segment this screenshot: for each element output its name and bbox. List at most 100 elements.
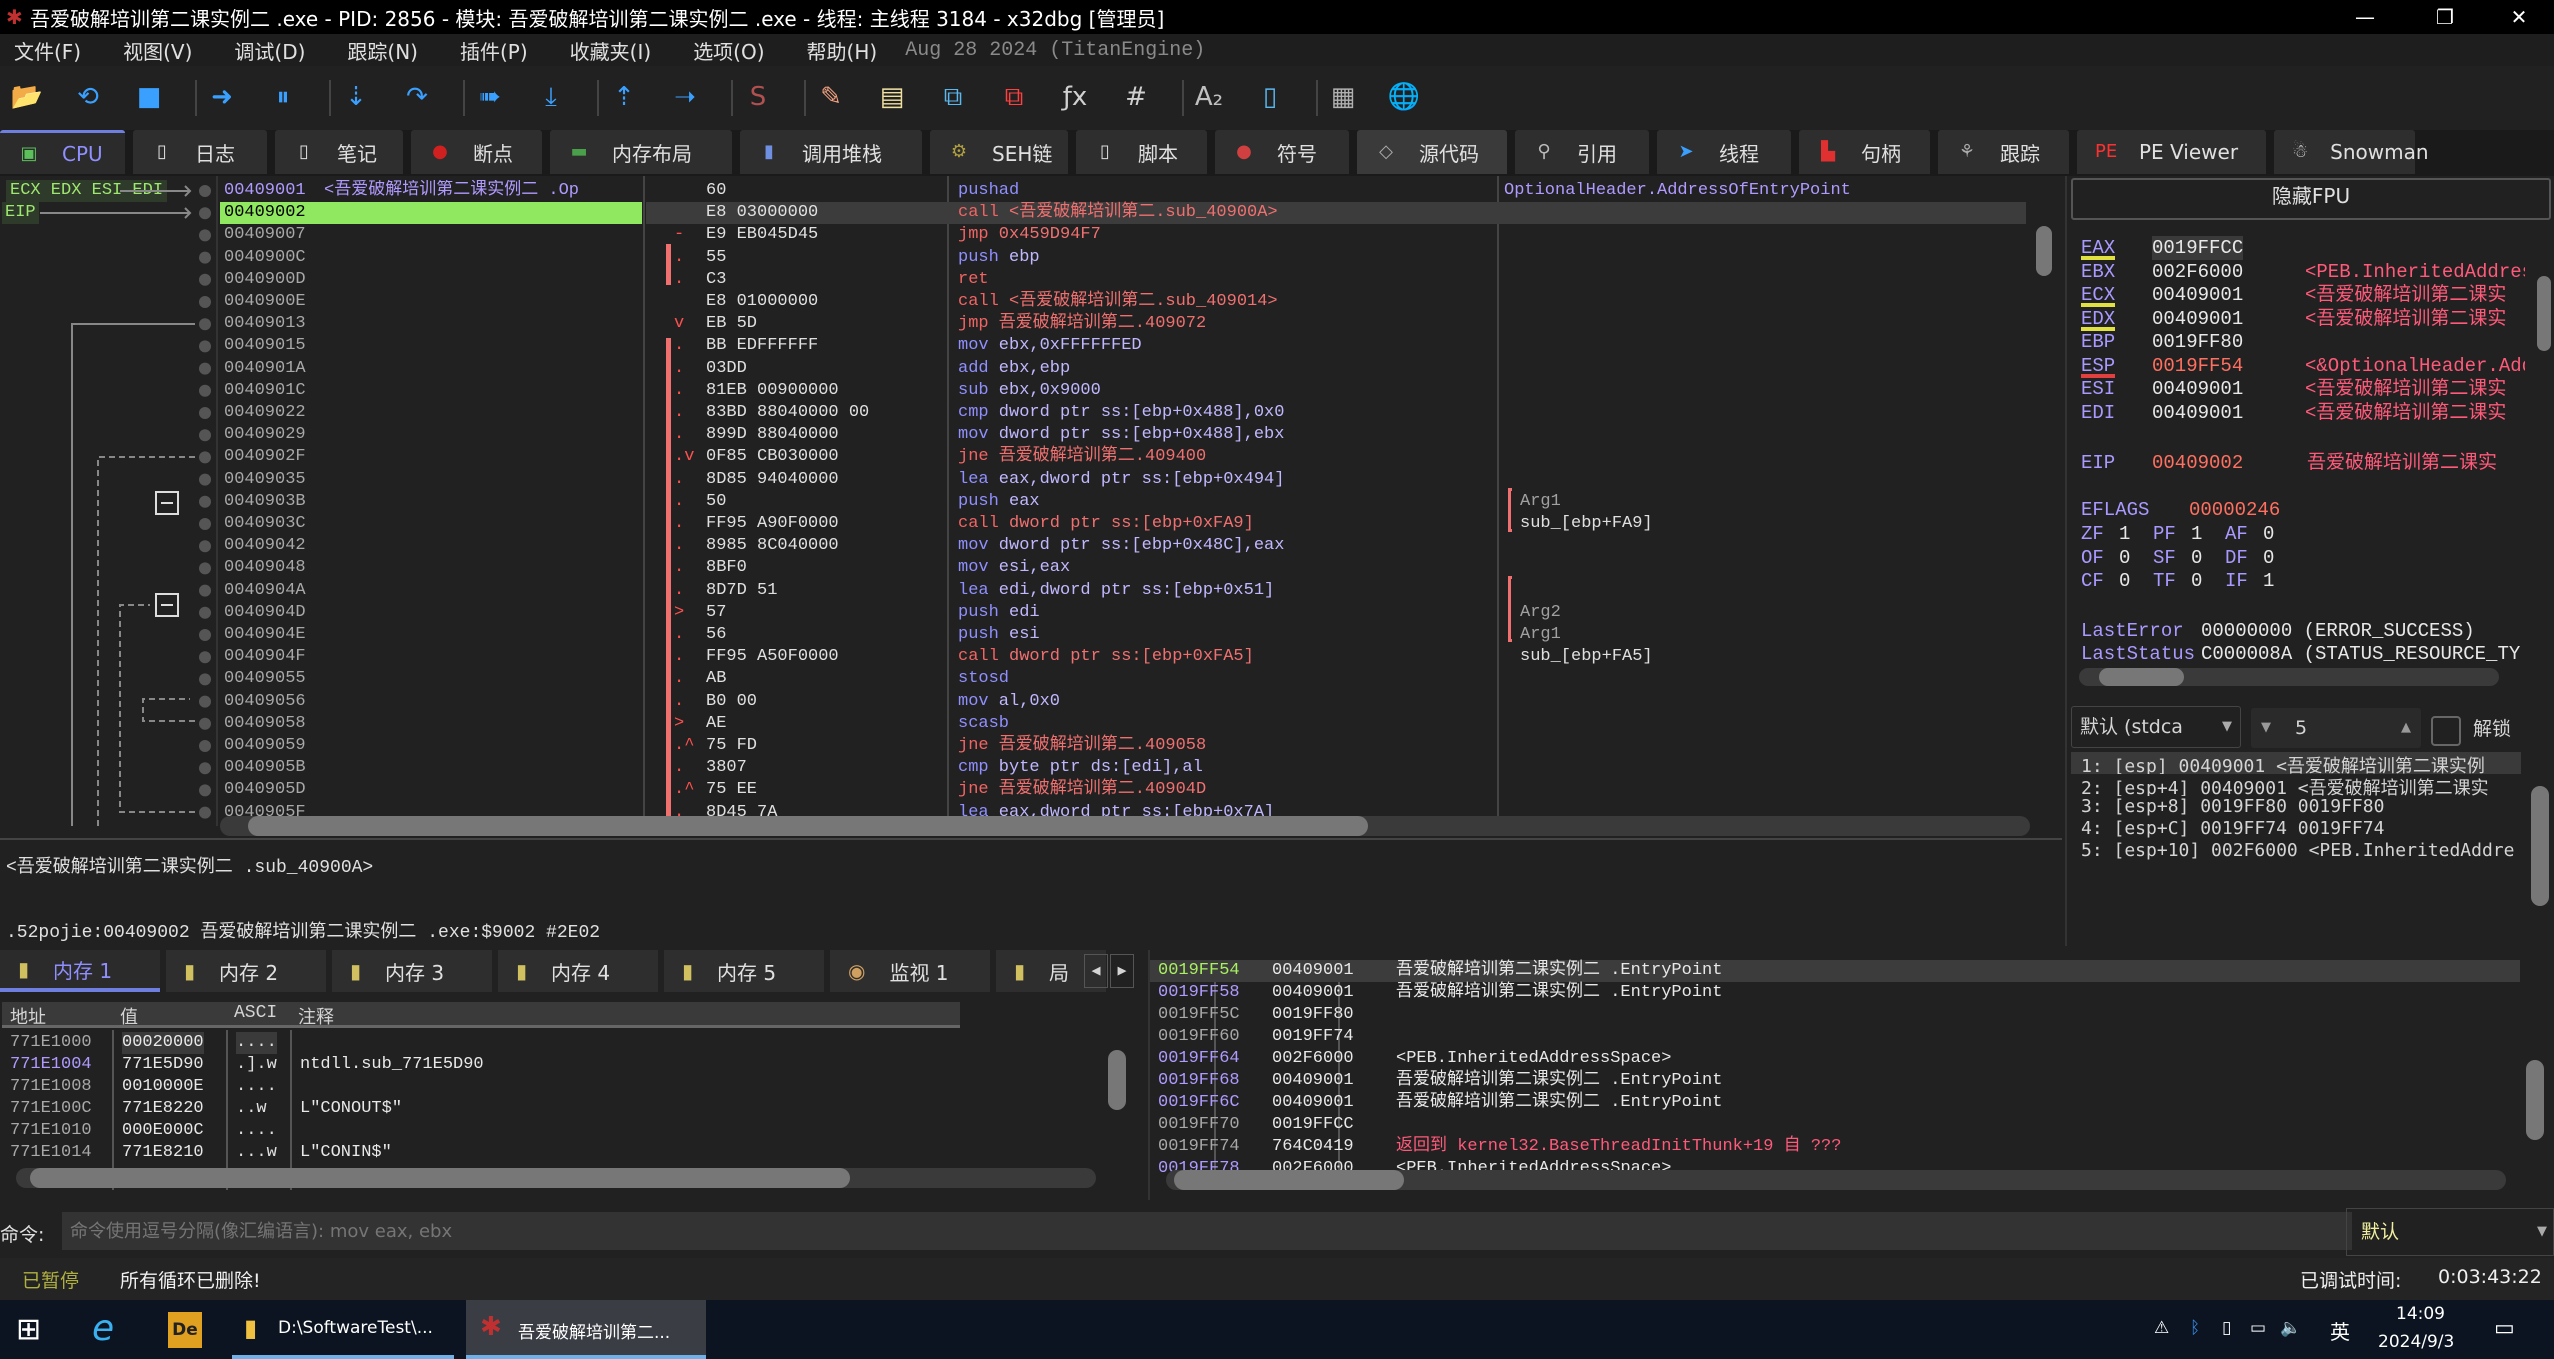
- command-input[interactable]: [62, 1212, 2352, 1250]
- flag-value-df[interactable]: 0: [2263, 546, 2274, 570]
- tabs-scroll-left-icon[interactable]: ◀: [1084, 954, 1108, 988]
- memory-row[interactable]: 771E100C 771E8220 ..w L"CONOUT$": [0, 1098, 1100, 1120]
- disasm-horizontal-scrollbar[interactable]: [220, 816, 2030, 836]
- register-name[interactable]: EAX: [2081, 236, 2116, 260]
- header-comment[interactable]: 注释: [298, 1003, 334, 1029]
- disasm-row[interactable]: 0040901C. 81EB 00900000 sub ebx,0x9000: [0, 380, 2030, 402]
- disasm-row[interactable]: 00409035. 8D85 94040000 lea eax,dword ptr s…: [0, 469, 2030, 491]
- unlock-checkbox[interactable]: [2431, 716, 2461, 746]
- register-name[interactable]: EBX: [2081, 260, 2115, 284]
- stack-horizontal-scrollbar[interactable]: [1166, 1170, 2506, 1190]
- tab-seh链[interactable]: ⚙ SEH链: [930, 130, 1068, 174]
- strings-icon[interactable]: A₂: [1192, 80, 1226, 114]
- register-value-laststatus[interactable]: C000008A (STATUS_RESOURCE_TY: [2201, 642, 2520, 666]
- args-vertical-scrollbar[interactable]: [2531, 756, 2549, 916]
- flag-value-if[interactable]: 1: [2263, 569, 2274, 593]
- command-mode-select[interactable]: 默认 ▼: [2346, 1208, 2554, 1256]
- usb-icon[interactable]: ▯: [2222, 1318, 2231, 1338]
- tab-断点[interactable]: ● 断点: [411, 130, 542, 174]
- flag-value-pf[interactable]: 1: [2191, 522, 2202, 546]
- disasm-row[interactable]: 0040903C. FF95 A90F0000 call dword ptr ss:[…: [0, 513, 2030, 535]
- disasm-row[interactable]: 0040900C. 55 push ebp: [0, 247, 2030, 269]
- notification-icon[interactable]: ▭: [2494, 1316, 2515, 1341]
- run-icon[interactable]: ➜: [205, 80, 239, 114]
- disasm-row[interactable]: 0040904D >57 push edi Arg2: [0, 602, 2030, 624]
- calling-convention-select[interactable]: 默认 (stdca ▼: [2071, 706, 2241, 748]
- disasm-row[interactable]: 00409002 E8 03000000 call <吾爱破解培训第二.sub_409…: [0, 202, 2030, 225]
- memory-row[interactable]: 771E1000 00020000....: [0, 1032, 1100, 1054]
- disasm-row[interactable]: 0040905B. 3807 cmp byte ptr ds:[edi],al: [0, 757, 2030, 779]
- menu-item[interactable]: 视图(V): [123, 36, 192, 65]
- register-value-esp[interactable]: 0019FF54: [2152, 354, 2243, 378]
- menu-item[interactable]: 插件(P): [460, 36, 528, 65]
- disasm-row[interactable]: 0040902F .v 0F85 CB030000 jne 吾爱破解培训第二.40940…: [0, 446, 2030, 468]
- register-name[interactable]: ECX: [2081, 283, 2116, 307]
- stack-vertical-scrollbar[interactable]: [2526, 960, 2544, 1170]
- close-button[interactable]: ✕: [2484, 0, 2554, 34]
- register-value-edi[interactable]: 00409001: [2152, 401, 2243, 425]
- register-value-ebp[interactable]: 0019FF80: [2152, 330, 2243, 354]
- calculator-icon[interactable]: ▦: [1326, 80, 1360, 114]
- disasm-row[interactable]: 0040905D .^ 75 EE jne 吾爱破解培训第二.40904D: [0, 779, 2030, 801]
- network-warning-icon[interactable]: ⚠: [2154, 1318, 2169, 1338]
- tab-内存布局[interactable]: ▬ 内存布局: [550, 130, 732, 174]
- stack-row[interactable]: 0019FF74 764C0419 返回到 kernel32.BaseThreadI…: [1150, 1136, 2520, 1158]
- tab-cpu[interactable]: ▣ CPU: [0, 130, 125, 174]
- disasm-row[interactable]: 00409058 > AE scasb: [0, 713, 2030, 735]
- memory-horizontal-scrollbar[interactable]: [16, 1168, 1096, 1188]
- patch-icon[interactable]: ✎: [814, 80, 848, 114]
- flag-value-tf[interactable]: 0: [2191, 569, 2202, 593]
- disasm-row[interactable]: 0040900D. C3 ret: [0, 269, 2030, 291]
- menu-item[interactable]: 文件(F): [14, 36, 81, 65]
- menu-item[interactable]: 调试(D): [234, 36, 305, 65]
- tab-跟踪[interactable]: ⚘ 跟踪: [1938, 130, 2069, 174]
- stack-row[interactable]: 0019FF58 00409001 吾爱破解培训第二课实例二 .EntryPoint: [1150, 982, 2520, 1004]
- registers-horizontal-scrollbar[interactable]: [2079, 668, 2499, 686]
- memory-vertical-scrollbar[interactable]: [1108, 1040, 1126, 1180]
- hash-icon[interactable]: #: [1119, 80, 1153, 114]
- pause-icon[interactable]: ⏸: [266, 80, 300, 114]
- disasm-row[interactable]: 00409059 .^ 75 FD jne 吾爱破解培训第二.409058: [0, 735, 2030, 757]
- script-icon[interactable]: S: [741, 80, 775, 114]
- register-value-eax[interactable]: 0019FFCC: [2152, 236, 2244, 260]
- functions-icon[interactable]: ƒx: [1058, 80, 1092, 114]
- taskbar-item-x32dbg[interactable]: ✱ 吾爱破解培训第二...: [466, 1300, 706, 1359]
- step-over-icon[interactable]: ↷: [400, 80, 434, 114]
- register-name[interactable]: ESI: [2081, 377, 2115, 401]
- memory-tab-3[interactable]: ▮ 内存 3: [332, 950, 492, 992]
- tabs-scroll-right-icon[interactable]: ▶: [1110, 954, 1134, 988]
- tab-引用[interactable]: ⚲ 引用: [1515, 130, 1649, 174]
- register-name[interactable]: EDX: [2081, 307, 2116, 331]
- register-value-lasterror[interactable]: 00000000 (ERROR_SUCCESS): [2201, 619, 2475, 643]
- register-value-eip[interactable]: 00409002: [2152, 451, 2243, 475]
- clock-date[interactable]: 2024/9/3: [2378, 1332, 2454, 1352]
- bluetooth-icon[interactable]: ᛒ: [2190, 1318, 2200, 1338]
- stack-argument[interactable]: 3: [esp+8] 0019FF80 0019FF80: [2071, 796, 2521, 818]
- stack-row[interactable]: 0019FF60 0019FF74: [1150, 1026, 2520, 1048]
- ime-indicator[interactable]: 英: [2330, 1316, 2350, 1345]
- registers-vertical-scrollbar[interactable]: [2537, 236, 2551, 796]
- header-address[interactable]: 地址: [10, 1003, 46, 1029]
- restart-icon[interactable]: ⟲: [71, 80, 105, 114]
- stack-row[interactable]: 0019FF70 0019FFCC: [1150, 1114, 2520, 1136]
- disasm-row[interactable]: 0040904E. 56 push esi Arg1: [0, 624, 2030, 646]
- tab-pe-viewer[interactable]: PE PE Viewer: [2077, 130, 2266, 174]
- menu-item[interactable]: 选项(O): [693, 36, 764, 65]
- execute-till-return-icon[interactable]: ⇡: [607, 80, 641, 114]
- memory-tab-6[interactable]: ◉ 监视 1: [830, 950, 990, 992]
- stack-row[interactable]: 0019FF54 00409001 吾爱破解培训第二课实例二 .EntryPoint: [1150, 960, 2520, 982]
- run-to-user-code-icon[interactable]: ➝: [668, 80, 702, 114]
- app-de-icon[interactable]: De: [168, 1312, 202, 1348]
- tab-句柄[interactable]: ▙ 句柄: [1799, 130, 1930, 174]
- memory-tab-2[interactable]: ▮ 内存 2: [166, 950, 326, 992]
- stack-row[interactable]: 0019FF68 00409001 吾爱破解培训第二课实例二 .EntryPoint: [1150, 1070, 2520, 1092]
- register-value-ecx[interactable]: 00409001: [2152, 283, 2243, 307]
- register-name[interactable]: EDI: [2081, 401, 2115, 425]
- stack-row[interactable]: 0019FF6C 00409001 吾爱破解培训第二课实例二 .EntryPoint: [1150, 1092, 2520, 1114]
- comments-icon[interactable]: ▤: [875, 80, 909, 114]
- tab-脚本[interactable]: ▯ 脚本: [1076, 130, 1207, 174]
- tab-线程[interactable]: ➤ 线程: [1657, 130, 1791, 174]
- maximize-button[interactable]: ❐: [2410, 0, 2480, 34]
- memory-row[interactable]: 771E1004 771E5D90 .].w ntdll.sub_771E5D90: [0, 1054, 1100, 1076]
- globe-icon[interactable]: 🌐: [1387, 80, 1421, 114]
